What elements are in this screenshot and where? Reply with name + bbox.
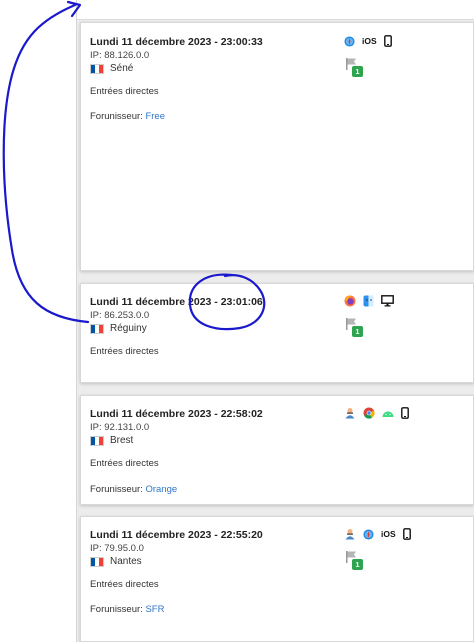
session-ip: IP: 79.95.0.0	[90, 543, 144, 554]
referrer: Entrées directes	[90, 346, 159, 357]
os-label: iOS	[381, 529, 396, 539]
session-location: Brest	[90, 435, 133, 446]
session-card[interactable]: Lundi 11 décembre 2023 - 22:55:20 IP: 79…	[80, 516, 474, 642]
provider-link[interactable]: SFR	[145, 604, 164, 615]
session-date: Lundi 11 décembre 2023 - 23:01:06	[90, 296, 263, 308]
device-icons	[344, 295, 401, 307]
user-agent-icon	[344, 407, 356, 419]
pages-viewed-indicator: 1	[345, 57, 365, 77]
provider-label: Forunisseur:	[90, 484, 143, 495]
firefox-icon	[344, 295, 356, 307]
desktop-monitor-icon	[381, 295, 394, 307]
referrer: Entrées directes	[90, 579, 159, 590]
provider-link[interactable]: Orange	[145, 484, 177, 495]
safari-icon	[344, 35, 355, 47]
session-ip: IP: 92.131.0.0	[90, 422, 150, 433]
device-icons: iOS	[344, 35, 399, 47]
session-date: Lundi 11 décembre 2023 - 23:00:33	[90, 36, 263, 48]
mobile-phone-icon	[383, 35, 392, 47]
referrer: Entrées directes	[90, 86, 159, 97]
provider-link[interactable]: Free	[145, 111, 165, 122]
device-icons	[344, 407, 416, 419]
user-agent-icon	[344, 528, 356, 540]
location-name: Séné	[110, 63, 134, 74]
session-location: Nantes	[90, 556, 142, 567]
session-date: Lundi 11 décembre 2023 - 22:55:20	[90, 529, 263, 541]
mobile-phone-icon	[402, 528, 411, 540]
session-card[interactable]: Lundi 11 décembre 2023 - 23:00:33 IP: 88…	[80, 22, 474, 271]
session-ip: IP: 86.253.0.0	[90, 310, 150, 321]
pages-count-badge: 1	[352, 66, 363, 77]
session-card[interactable]: Lundi 11 décembre 2023 - 23:01:06 IP: 86…	[80, 283, 474, 383]
device-icons: iOS	[344, 528, 418, 540]
provider-line: Forunisseur: Free	[90, 111, 165, 122]
pages-viewed-indicator: 1	[345, 317, 365, 337]
pages-count-badge: 1	[352, 326, 363, 337]
france-flag-icon	[90, 63, 104, 74]
provider-line: Forunisseur: Orange	[90, 484, 177, 495]
chrome-icon	[363, 407, 375, 419]
top-card-edge	[77, 0, 474, 20]
session-location: Réguiny	[90, 323, 147, 334]
session-ip: IP: 88.126.0.0	[90, 50, 150, 61]
session-date: Lundi 11 décembre 2023 - 22:58:02	[90, 408, 263, 420]
referrer: Entrées directes	[90, 458, 159, 469]
session-card[interactable]: Lundi 11 décembre 2023 - 22:58:02 IP: 92…	[80, 395, 474, 505]
location-name: Réguiny	[110, 323, 147, 334]
android-icon	[382, 409, 394, 418]
pages-viewed-indicator: 1	[345, 550, 365, 570]
safari-icon	[363, 528, 374, 540]
location-name: Nantes	[110, 556, 142, 567]
france-flag-icon	[90, 323, 104, 334]
location-name: Brest	[110, 435, 134, 446]
left-pane	[0, 0, 77, 642]
provider-label: Forunisseur:	[90, 604, 143, 615]
france-flag-icon	[90, 556, 104, 567]
mobile-phone-icon	[401, 407, 409, 419]
session-location: Séné	[90, 63, 133, 74]
macos-finder-icon	[363, 295, 374, 307]
provider-label: Forunisseur:	[90, 111, 143, 122]
os-label: iOS	[362, 36, 377, 46]
provider-line: Forunisseur: SFR	[90, 604, 164, 615]
france-flag-icon	[90, 435, 104, 446]
pages-count-badge: 1	[352, 559, 363, 570]
